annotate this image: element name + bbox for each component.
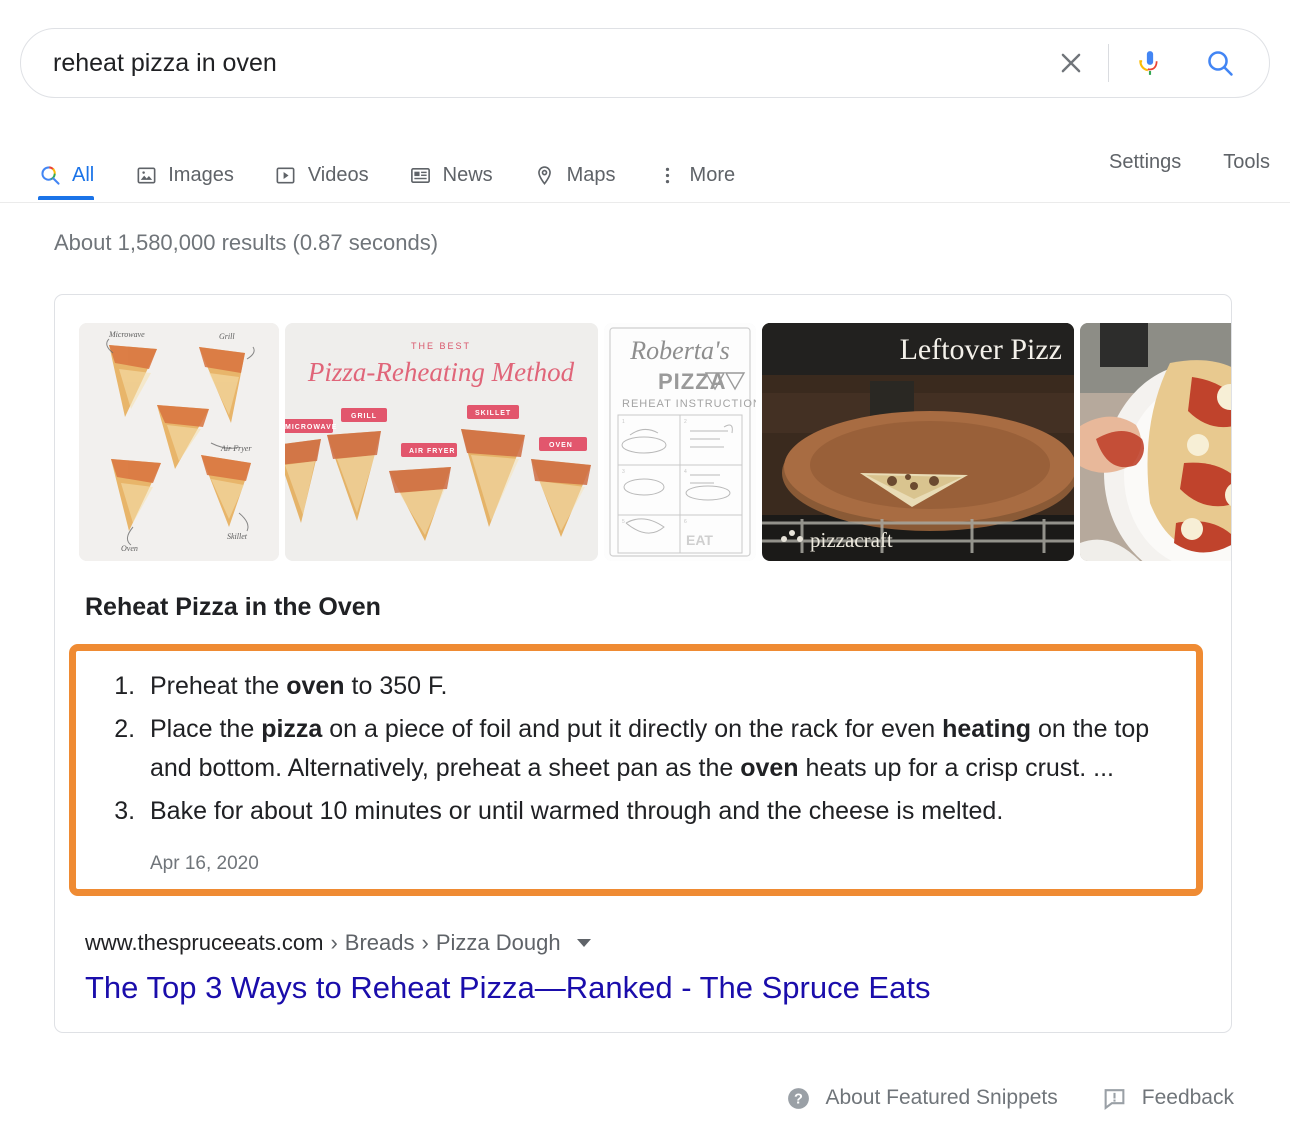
svg-text:Air Fryer: Air Fryer xyxy=(220,444,252,453)
svg-text:SKILLET: SKILLET xyxy=(475,410,511,417)
search-bar-icons xyxy=(1048,40,1243,86)
google-search-icon xyxy=(38,163,62,187)
active-tab-underline xyxy=(38,196,94,200)
svg-text:OVEN: OVEN xyxy=(549,442,573,449)
svg-text:Grill: Grill xyxy=(219,332,235,341)
result-url-breadcrumb[interactable]: www.thespruceeats.com › Breads › Pizza D… xyxy=(55,896,1231,956)
svg-text:Microwave: Microwave xyxy=(108,330,145,339)
svg-text:1: 1 xyxy=(622,419,625,425)
svg-text:5: 5 xyxy=(622,519,625,525)
about-featured-snippets-label: About Featured Snippets xyxy=(825,1086,1057,1110)
search-tools-group: Settings Tools xyxy=(1067,151,1270,174)
snippet-thumbnail-row: Microwave Grill Air Fryer Oven Skillet T… xyxy=(55,323,1231,563)
news-icon xyxy=(409,163,433,187)
svg-text:Pizza-Reheating Method: Pizza-Reheating Method xyxy=(307,357,575,387)
svg-text:Roberta's: Roberta's xyxy=(629,336,729,365)
map-pin-icon xyxy=(533,163,557,187)
search-bar xyxy=(20,28,1270,98)
svg-text:REHEAT INSTRUCTIONS: REHEAT INSTRUCTIONS xyxy=(622,398,756,410)
search-submit-icon[interactable] xyxy=(1197,40,1243,86)
tab-label: All xyxy=(72,164,94,187)
snippet-thumbnail-1[interactable]: Microwave Grill Air Fryer Oven Skillet xyxy=(79,323,279,561)
settings-button[interactable]: Settings xyxy=(1109,151,1181,174)
search-box[interactable] xyxy=(20,28,1270,98)
svg-text:6: 6 xyxy=(684,519,687,525)
svg-text:GRILL: GRILL xyxy=(351,413,377,420)
svg-text:Leftover Pizz: Leftover Pizz xyxy=(900,333,1062,366)
snippet-thumbnail-3[interactable]: Roberta's PIZZA REHEAT INSTRUCTIONS xyxy=(604,323,756,561)
featured-snippet-card: Microwave Grill Air Fryer Oven Skillet T… xyxy=(54,294,1232,1033)
tab-label: News xyxy=(443,164,493,187)
tab-all[interactable]: All xyxy=(38,133,94,199)
snippet-steps-list: Preheat the oven to 350 F. Place the piz… xyxy=(98,667,1174,831)
tab-label: Images xyxy=(168,164,234,187)
image-icon xyxy=(134,163,158,187)
about-featured-snippets-link[interactable]: ? About Featured Snippets xyxy=(785,1085,1057,1111)
snippet-highlight-box: Preheat the oven to 350 F. Place the piz… xyxy=(69,644,1203,896)
clear-search-icon[interactable] xyxy=(1048,40,1094,86)
result-url-crumb: Breads xyxy=(345,930,415,956)
svg-text:4: 4 xyxy=(684,469,687,475)
more-vertical-icon xyxy=(656,163,680,187)
feedback-label: Feedback xyxy=(1142,1086,1234,1110)
snippet-step: Preheat the oven to 350 F. xyxy=(142,667,1174,706)
svg-text:pizzacraft: pizzacraft xyxy=(810,528,893,552)
svg-text:?: ? xyxy=(794,1091,803,1107)
tab-videos[interactable]: Videos xyxy=(274,133,369,199)
result-stats: About 1,580,000 results (0.87 seconds) xyxy=(54,230,438,256)
svg-text:2: 2 xyxy=(684,419,687,425)
breadcrumb-separator: › xyxy=(414,930,435,956)
tools-button[interactable]: Tools xyxy=(1223,151,1270,174)
svg-text:Oven: Oven xyxy=(121,544,138,553)
svg-text:MICROWAVE: MICROWAVE xyxy=(285,424,337,431)
search-tabs: All Images xyxy=(0,133,1290,202)
svg-text:THE BEST: THE BEST xyxy=(411,341,471,351)
svg-text:AIR FRYER: AIR FRYER xyxy=(409,448,455,455)
svg-text:3: 3 xyxy=(622,469,625,475)
help-icon: ? xyxy=(785,1085,811,1111)
search-input[interactable] xyxy=(53,48,1048,78)
feedback-icon xyxy=(1102,1085,1128,1111)
svg-text:Skillet: Skillet xyxy=(227,532,248,541)
tab-news[interactable]: News xyxy=(409,133,493,199)
snippet-thumbnail-2[interactable]: THE BEST Pizza-Reheating Method xyxy=(285,323,598,561)
result-title-link[interactable]: The Top 3 Ways to Reheat Pizza—Ranked - … xyxy=(55,956,1231,1006)
video-play-icon xyxy=(274,163,298,187)
tab-label: More xyxy=(690,164,736,187)
breadcrumb-separator: › xyxy=(323,930,344,956)
tab-images[interactable]: Images xyxy=(134,133,234,199)
result-url-host: www.thespruceeats.com xyxy=(85,930,323,956)
google-search-results-page: All Images xyxy=(0,0,1290,1124)
search-bar-divider xyxy=(1108,44,1109,82)
snippet-step: Place the pizza on a piece of foil and p… xyxy=(142,710,1174,788)
snippet-heading: Reheat Pizza in the Oven xyxy=(55,563,1231,622)
svg-text:EAT: EAT xyxy=(686,532,713,548)
tab-maps[interactable]: Maps xyxy=(533,133,616,199)
chevron-down-icon[interactable] xyxy=(577,939,591,947)
snippet-footer: ? About Featured Snippets Feedback xyxy=(741,1085,1234,1111)
tab-label: Videos xyxy=(308,164,369,187)
snippet-thumbnail-4[interactable]: Leftover Pizz xyxy=(762,323,1074,561)
snippet-step: Bake for about 10 minutes or until warme… xyxy=(142,792,1174,831)
search-tabs-bar: All Images xyxy=(0,133,1290,203)
snippet-thumbnail-5[interactable] xyxy=(1080,323,1231,561)
result-url-crumb: Pizza Dough xyxy=(436,930,561,956)
microphone-icon[interactable] xyxy=(1127,40,1173,86)
feedback-link[interactable]: Feedback xyxy=(1102,1085,1234,1111)
tab-more[interactable]: More xyxy=(656,133,736,199)
tab-label: Maps xyxy=(567,164,616,187)
snippet-date: Apr 16, 2020 xyxy=(98,835,1174,875)
